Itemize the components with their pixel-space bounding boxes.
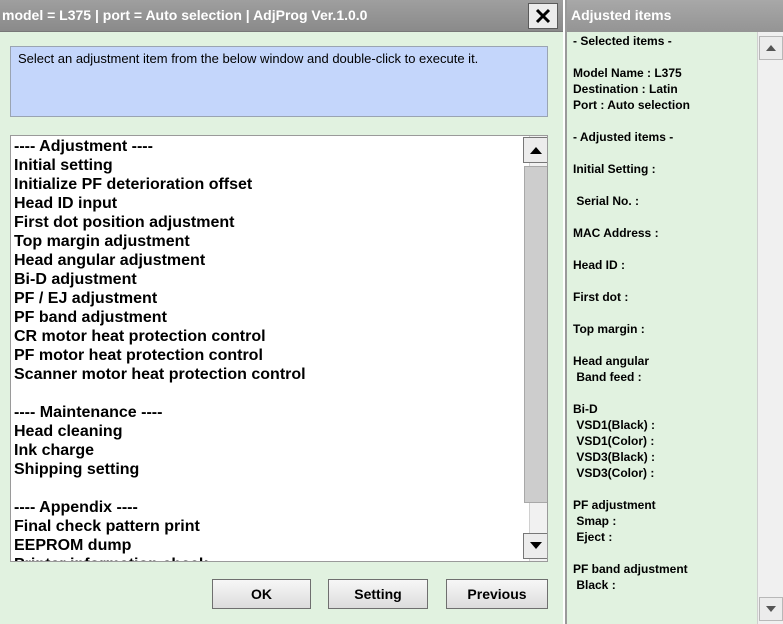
adjusted-item-line: Serial No. :	[573, 194, 640, 208]
list-item[interactable]: Shipping setting	[14, 460, 514, 479]
adjusted-item-line: Head angular	[573, 354, 650, 368]
adjusted-items-window: Adjusted items - Selected items - Model N…	[565, 0, 783, 624]
triangle-up-icon	[766, 45, 776, 51]
adjusted-item-line	[573, 337, 690, 353]
list-item[interactable]: PF motor heat protection control	[14, 346, 514, 365]
list-item[interactable]: PF band adjustment	[14, 308, 514, 327]
adjusted-item-line: VSD1(Black) :	[573, 418, 656, 432]
adjusted-items-title-bar[interactable]: Adjusted items	[567, 0, 783, 32]
adjusted-item-line: VSD3(Color) :	[573, 466, 655, 480]
list-item	[14, 384, 514, 403]
list-item[interactable]: First dot position adjustment	[14, 213, 514, 232]
adjusted-item-line: PF adjustment	[573, 498, 656, 512]
instruction-text: Select an adjustment item from the below…	[10, 46, 548, 117]
adjusted-item-line: PF band adjustment	[573, 562, 688, 576]
adjusted-item-line: Port : Auto selection	[573, 98, 690, 112]
adjusted-item-line: First dot :	[573, 290, 629, 304]
adjustment-list[interactable]: ---- Adjustment ---- Initial setting Initi…	[10, 135, 548, 562]
adjusted-item-line	[573, 209, 690, 225]
adjusted-item-line	[573, 113, 690, 129]
list-item[interactable]: ---- Maintenance ----	[14, 403, 514, 422]
close-button[interactable]	[528, 3, 558, 29]
adjusted-item-line	[573, 177, 690, 193]
list-item[interactable]: Printer information check	[14, 555, 514, 561]
triangle-up-icon	[530, 147, 542, 154]
adjusted-item-line	[573, 481, 690, 497]
list-item	[14, 479, 514, 498]
setting-button[interactable]: Setting	[328, 579, 428, 609]
adjustment-list-items: ---- Adjustment ---- Initial setting Initi…	[14, 137, 514, 561]
adjusted-items-lines: - Selected items - Model Name : L375 Desti…	[573, 33, 690, 593]
main-window-title: model = L375 | port = Auto selection | A…	[2, 7, 368, 23]
list-item[interactable]: Initialize PF deterioration offset	[14, 175, 514, 194]
adjusted-item-line: Band feed :	[573, 370, 642, 384]
adjusted-item-line: MAC Address :	[573, 226, 659, 240]
list-scroll-thumb[interactable]	[524, 166, 547, 503]
list-item[interactable]: EEPROM dump	[14, 536, 514, 555]
adjusted-items-content: - Selected items - Model Name : L375 Desti…	[567, 32, 757, 624]
list-item[interactable]: ---- Appendix ----	[14, 498, 514, 517]
list-scroll-up-button[interactable]	[523, 137, 547, 163]
main-title-bar[interactable]: model = L375 | port = Auto selection | A…	[0, 0, 563, 32]
list-item[interactable]: Head cleaning	[14, 422, 514, 441]
list-item[interactable]: Scanner motor heat protection control	[14, 365, 514, 384]
adjusted-item-line: Eject :	[573, 530, 613, 544]
adjusted-item-line: Top margin :	[573, 322, 645, 336]
adjusted-items-scroll-down-button[interactable]	[759, 597, 783, 621]
list-scroll-down-button[interactable]	[523, 533, 547, 559]
adjusted-item-line: VSD1(Color) :	[573, 434, 655, 448]
list-item[interactable]: ---- Adjustment ----	[14, 137, 514, 156]
adjusted-item-line	[573, 385, 690, 401]
triangle-down-icon	[530, 542, 542, 549]
adjusted-item-line: Model Name : L375	[573, 66, 682, 80]
adjusted-item-line: Smap :	[573, 514, 617, 528]
adjusted-items-scrollbar[interactable]	[757, 32, 783, 624]
adjusted-item-line: - Adjusted items -	[573, 130, 674, 144]
adjusted-item-line: Destination : Latin	[573, 82, 678, 96]
list-scrollbar[interactable]	[523, 136, 547, 561]
list-item[interactable]: CR motor heat protection control	[14, 327, 514, 346]
list-item[interactable]: Head ID input	[14, 194, 514, 213]
adjusted-item-line	[573, 241, 690, 257]
adjusted-item-line: Bi-D	[573, 402, 598, 416]
adjusted-item-line	[573, 305, 690, 321]
adjusted-item-line: - Selected items -	[573, 34, 672, 48]
adjusted-item-line: Head ID :	[573, 258, 626, 272]
adjusted-item-line	[573, 273, 690, 289]
list-item[interactable]: Bi-D adjustment	[14, 270, 514, 289]
list-item[interactable]: Head angular adjustment	[14, 251, 514, 270]
triangle-down-icon	[766, 606, 776, 612]
list-item[interactable]: Initial setting	[14, 156, 514, 175]
adjusted-item-line	[573, 49, 690, 65]
adjusted-items-title: Adjusted items	[571, 7, 672, 23]
ok-button[interactable]: OK	[212, 579, 311, 609]
adjusted-item-line: Initial Setting :	[573, 162, 656, 176]
adjusted-item-line: Black :	[573, 578, 616, 592]
adjprog-main-window: model = L375 | port = Auto selection | A…	[0, 0, 563, 624]
adjusted-item-line	[573, 145, 690, 161]
previous-button[interactable]: Previous	[446, 579, 548, 609]
adjusted-items-scroll-up-button[interactable]	[759, 36, 783, 60]
list-item[interactable]: Ink charge	[14, 441, 514, 460]
adjusted-item-line	[573, 545, 690, 561]
list-item[interactable]: Top margin adjustment	[14, 232, 514, 251]
list-item[interactable]: Final check pattern print	[14, 517, 514, 536]
list-item[interactable]: PF / EJ adjustment	[14, 289, 514, 308]
close-icon	[535, 8, 551, 24]
adjusted-item-line: VSD3(Black) :	[573, 450, 656, 464]
